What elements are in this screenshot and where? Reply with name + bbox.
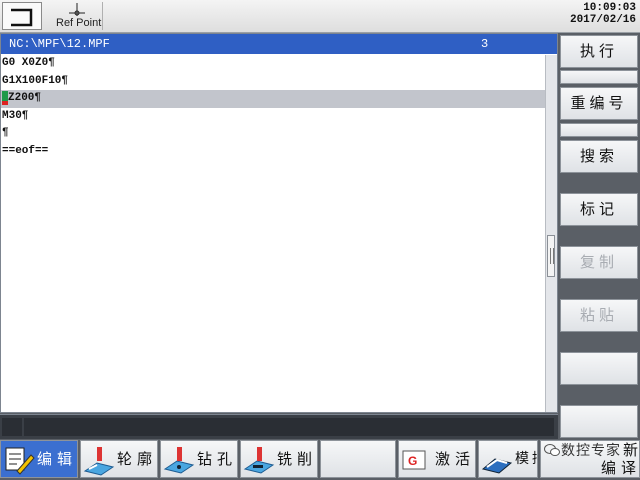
file-path: NC:\MPF\12.MPF bbox=[9, 37, 110, 51]
softkey-simulation[interactable]: 模拟 bbox=[478, 440, 538, 478]
code-line-text: Z200¶ bbox=[8, 92, 42, 104]
message-icon-slot bbox=[2, 418, 22, 436]
vertical-softkey-spacer bbox=[560, 123, 638, 137]
softkey-contour[interactable]: 轮廓 bbox=[80, 440, 158, 478]
vertical-softkey-1[interactable]: 执行 bbox=[560, 35, 638, 68]
milling-icon bbox=[243, 447, 275, 474]
code-line[interactable]: M30¶ bbox=[1, 108, 545, 126]
code-line-current[interactable]: Z200¶ bbox=[1, 90, 545, 108]
code-line[interactable]: ==eof== bbox=[1, 143, 545, 161]
simulation-icon bbox=[481, 458, 513, 474]
softkey-label: 模拟 bbox=[515, 451, 537, 467]
date-display: 2017/02/16 bbox=[569, 14, 636, 26]
vertical-softkey-4[interactable]: 标记 bbox=[560, 193, 638, 226]
ref-point-label: Ref Point bbox=[56, 17, 102, 29]
softkey-empty[interactable] bbox=[320, 440, 396, 478]
code-text-area[interactable]: G0 X0Z0¶ G1X100F10¶ Z200¶ M30¶ ¶ ==eof== bbox=[1, 55, 545, 412]
time-display: 10:09:03 bbox=[583, 2, 636, 14]
vertical-softkey-7[interactable] bbox=[560, 352, 638, 385]
softkey-g-code[interactable]: G 激活 bbox=[398, 440, 476, 478]
vertical-softkey-8[interactable] bbox=[560, 405, 638, 438]
softkey-drilling[interactable]: 钻孔 bbox=[160, 440, 238, 478]
svg-text:G: G bbox=[408, 454, 422, 468]
program-end-icon bbox=[11, 8, 33, 27]
softkey-new-label: 新 bbox=[623, 441, 639, 459]
vertical-softkey-6[interactable]: 粘贴 bbox=[560, 299, 638, 332]
softkey-edit[interactable]: 编辑 bbox=[0, 440, 78, 478]
code-line[interactable]: G0 X0Z0¶ bbox=[1, 55, 545, 73]
editor-title-bar: NC:\MPF\12.MPF 3 bbox=[1, 34, 557, 54]
program-editor: NC:\MPF\12.MPF 3 G0 X0Z0¶ G1X100F10¶ Z200¶… bbox=[0, 33, 558, 413]
drilling-icon bbox=[163, 447, 195, 474]
code-line[interactable]: G1X100F10¶ bbox=[1, 73, 545, 91]
message-line bbox=[0, 414, 558, 439]
code-line[interactable]: ¶ bbox=[1, 125, 545, 143]
vertical-softkey-3[interactable]: 搜索 bbox=[560, 140, 638, 173]
horizontal-softkey-bar: 编辑 轮廓 钻孔 铣削 G 激活 模拟 数控专家 新 编译 bbox=[0, 440, 640, 480]
softkey-new[interactable]: 数控专家 新 编译 bbox=[540, 440, 640, 478]
vertical-scrollbar[interactable] bbox=[545, 55, 557, 412]
vertical-softkey-spacer bbox=[560, 70, 638, 84]
vertical-softkey-5[interactable]: 复制 bbox=[560, 246, 638, 279]
wechat-icon bbox=[544, 444, 560, 456]
vertical-softkey-2[interactable]: 重编号 bbox=[560, 87, 638, 120]
softkey-label: 激活 bbox=[435, 450, 476, 468]
softkey-label: 编辑 bbox=[37, 450, 78, 468]
softkey-milling[interactable]: 铣削 bbox=[240, 440, 318, 478]
scrollbar-thumb[interactable] bbox=[547, 235, 555, 277]
watermark-text: 数控专家 bbox=[561, 443, 621, 459]
message-text-slot bbox=[24, 418, 554, 436]
softkey-new-label-2: 编译 bbox=[601, 459, 640, 477]
g-code-icon: G bbox=[402, 450, 426, 470]
softkey-label: 钻孔 bbox=[197, 450, 238, 468]
softkey-label: 轮廓 bbox=[117, 450, 158, 468]
ref-point-icon bbox=[69, 3, 85, 16]
top-status-bar: Ref Point 10:09:03 2017/02/16 bbox=[0, 0, 640, 33]
channel-number: 3 bbox=[481, 37, 489, 51]
ref-point-indicator: Ref Point bbox=[52, 2, 103, 30]
contour-icon bbox=[83, 447, 115, 476]
edit-icon bbox=[5, 447, 35, 475]
operating-mode-indicator bbox=[2, 2, 42, 30]
clock: 10:09:03 2017/02/16 bbox=[570, 2, 636, 26]
softkey-label: 铣削 bbox=[277, 450, 318, 468]
